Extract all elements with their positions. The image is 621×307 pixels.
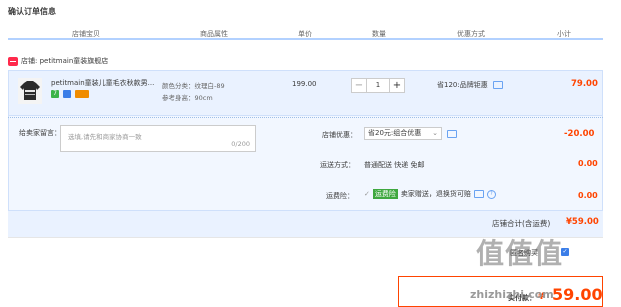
shipping-label: 运送方式： [320, 161, 355, 169]
product-thumbnail[interactable] [18, 78, 42, 104]
insurance-option: ✓ 运费险 卖家赠送，退换货可赔 ? [364, 189, 496, 199]
pay-amount: 59.00 [552, 285, 603, 304]
credit-card-icon [75, 90, 90, 98]
product-badges: 7 [51, 90, 91, 98]
discount-method: 省120:品牌钜惠 [437, 80, 503, 90]
discount-label: 省120:品牌钜惠 [437, 81, 488, 89]
shop-name[interactable]: 店铺: petitmain童装旗舰店 [21, 57, 108, 65]
item-subtotal: 79.00 [571, 79, 598, 89]
quantity-increase-button[interactable]: + [389, 78, 405, 93]
coupon-select[interactable]: 省20元:组合优惠 ⌄ [364, 127, 442, 140]
chat-icon[interactable] [473, 190, 484, 198]
watermark-url: zhizhizhi.com [470, 288, 554, 301]
coupon-selected-value: 省20元:组合优惠 [368, 129, 422, 137]
message-textarea[interactable]: 选填,请先和商家协商一致 0/200 [60, 125, 256, 152]
coupon-amount: -20.00 [564, 129, 595, 139]
message-placeholder: 选填,请先和商家协商一致 [68, 133, 142, 141]
shop-row: 店铺: petitmain童装旗舰店 [8, 56, 108, 66]
guarantee-icon [63, 90, 72, 98]
attr-height: 参考身高：90cm [162, 94, 213, 102]
anonymous-purchase-label: 匿名购买 [510, 249, 538, 257]
page-title: 确认订单信息 [8, 7, 56, 16]
shop-total-amount: ¥59.00 [566, 217, 599, 227]
coupon-label: 店铺优惠： [322, 131, 357, 139]
quantity-stepper: − 1 + [351, 78, 405, 93]
insurance-value: 卖家赠送，退换货可赔 [400, 190, 471, 198]
attr-color: 颜色分类：纹理白-89 [162, 82, 225, 90]
unit-price: 199.00 [292, 80, 317, 88]
header-divider [8, 38, 603, 40]
product-name[interactable]: petitmain童装儿童毛衣秋款男... [51, 78, 154, 88]
shop-total-label: 店铺合计(含运费) [492, 219, 551, 228]
seven-day-return-icon: 7 [51, 90, 59, 98]
quantity-decrease-button[interactable]: − [351, 78, 367, 93]
shipping-amount: 0.00 [578, 159, 598, 168]
quantity-input[interactable]: 1 [367, 78, 389, 93]
insurance-amount: 0.00 [578, 191, 598, 200]
anonymous-checkbox[interactable]: ✓ [561, 248, 569, 256]
shop-icon [8, 56, 18, 66]
chevron-down-icon: ⌄ [432, 129, 438, 137]
chat-icon[interactable] [492, 81, 503, 89]
message-label: 给卖家留言： [19, 129, 61, 137]
shipping-value: 普通配送 快递 免邮 [364, 161, 425, 169]
insurance-label: 运费险： [326, 192, 354, 200]
message-counter: 0/200 [231, 140, 250, 148]
check-icon: ✓ [364, 190, 370, 198]
chat-icon[interactable] [447, 130, 457, 138]
dotted-divider [8, 117, 603, 118]
help-icon[interactable]: ? [486, 189, 496, 199]
order-item-row [8, 70, 603, 116]
insurance-tag: 运费险 [372, 189, 398, 199]
